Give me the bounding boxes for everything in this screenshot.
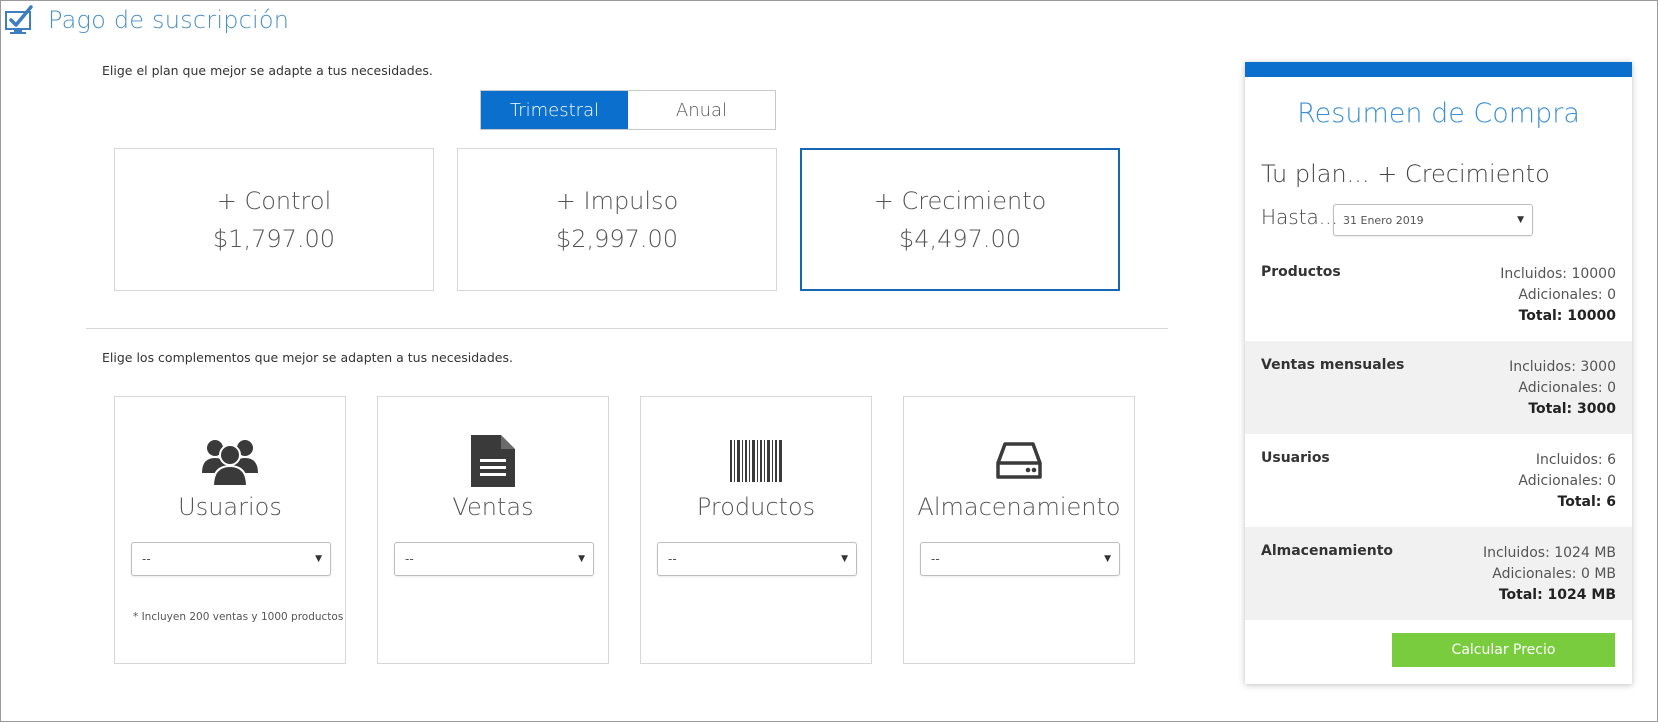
plan-name: + Crecimiento [873,186,1047,215]
plan-card-impulso[interactable]: + Impulso $2,997.00 [457,148,777,291]
summary-row-productos: Productos Incluidos: 10000 Adicionales: … [1245,248,1632,341]
barcode-icon [730,440,782,482]
summary-row-usuarios: Usuarios Incluidos: 6 Adicionales: 0 Tot… [1245,434,1632,527]
users-icon [202,440,258,487]
select-value: 31 Enero 2019 [1343,213,1424,227]
row-label: Ventas mensuales [1261,357,1405,373]
usuarios-select[interactable]: -- ▼ [131,542,331,576]
addon-card-usuarios: Usuarios -- ▼ * Incluyen 200 ventas y 10… [114,396,346,664]
caret-down-icon: ▼ [841,554,848,564]
additional-value: Adicionales: 0 MB [1492,566,1616,582]
toggle-trimestral[interactable]: Trimestral [481,91,628,129]
addon-name: Productos [696,493,816,521]
toggle-anual[interactable]: Anual [628,91,775,129]
row-label: Usuarios [1261,450,1330,466]
row-label: Almacenamiento [1261,543,1394,559]
caret-down-icon: ▼ [1517,215,1524,225]
billing-period-toggle: Trimestral Anual [480,90,776,130]
purchase-summary-panel: Resumen de Compra Tu plan... + Crecimien… [1245,62,1632,684]
addon-note: * Incluyen 200 ventas y 1000 productos [133,611,344,623]
summary-row-almacenamiento: Almacenamiento Incluidos: 1024 MB Adicio… [1245,527,1632,620]
section-divider [86,328,1168,329]
document-icon [471,435,515,487]
additional-value: Adicionales: 0 [1518,287,1616,303]
select-value: -- [405,552,414,566]
hasta-label: Hasta... [1261,205,1338,229]
addon-card-almacenamiento: Almacenamiento -- ▼ [903,396,1135,664]
plan-name: + Impulso [555,186,679,215]
plan-price: $2,997.00 [555,224,679,253]
plan-name: + Control [216,186,332,215]
ventas-select[interactable]: -- ▼ [394,542,594,576]
total-value: Total: 1024 MB [1498,587,1616,603]
select-value: -- [142,552,151,566]
included-value: Incluidos: 6 [1535,452,1616,468]
calculate-price-button[interactable]: Calcular Precio [1392,633,1615,667]
summary-top-bar [1245,62,1632,77]
monitor-check-icon [5,5,33,34]
included-value: Incluidos: 1024 MB [1482,545,1616,561]
plan-card-crecimiento[interactable]: + Crecimiento $4,497.00 [800,148,1120,291]
addon-card-productos: Productos -- ▼ [640,396,872,664]
page-title: Pago de suscripción [48,6,290,34]
plan-card-control[interactable]: + Control $1,797.00 [114,148,434,291]
almacenamiento-select[interactable]: -- ▼ [920,542,1120,576]
summary-title: Resumen de Compra [1297,98,1580,129]
additional-value: Adicionales: 0 [1518,380,1616,396]
addon-card-ventas: Ventas -- ▼ [377,396,609,664]
addon-name: Almacenamiento [917,493,1121,521]
addon-name: Usuarios [178,493,282,521]
included-value: Incluidos: 3000 [1509,359,1616,375]
select-value: -- [931,552,940,566]
addons-prompt: Elige los complementos que mejor se adap… [102,350,513,365]
addon-name: Ventas [452,493,534,521]
total-value: Total: 3000 [1528,401,1616,417]
select-value: -- [668,552,677,566]
plan-price: $4,497.00 [898,224,1022,253]
productos-select[interactable]: -- ▼ [657,542,857,576]
page-header: Pago de suscripción [4,2,289,38]
selected-plan-line: Tu plan... + Crecimiento [1261,160,1550,188]
plan-price: $1,797.00 [212,224,336,253]
summary-row-ventas: Ventas mensuales Incluidos: 3000 Adicion… [1245,341,1632,434]
end-date-select[interactable]: 31 Enero 2019 ▼ [1333,204,1533,236]
additional-value: Adicionales: 0 [1518,473,1616,489]
caret-down-icon: ▼ [1104,554,1111,564]
included-value: Incluidos: 10000 [1500,266,1616,282]
caret-down-icon: ▼ [578,554,585,564]
hard-drive-icon [996,442,1042,479]
row-label: Productos [1261,264,1341,280]
caret-down-icon: ▼ [315,554,322,564]
total-value: Total: 6 [1557,494,1616,510]
total-value: Total: 10000 [1518,308,1616,324]
plan-prompt: Elige el plan que mejor se adapte a tus … [102,63,433,78]
